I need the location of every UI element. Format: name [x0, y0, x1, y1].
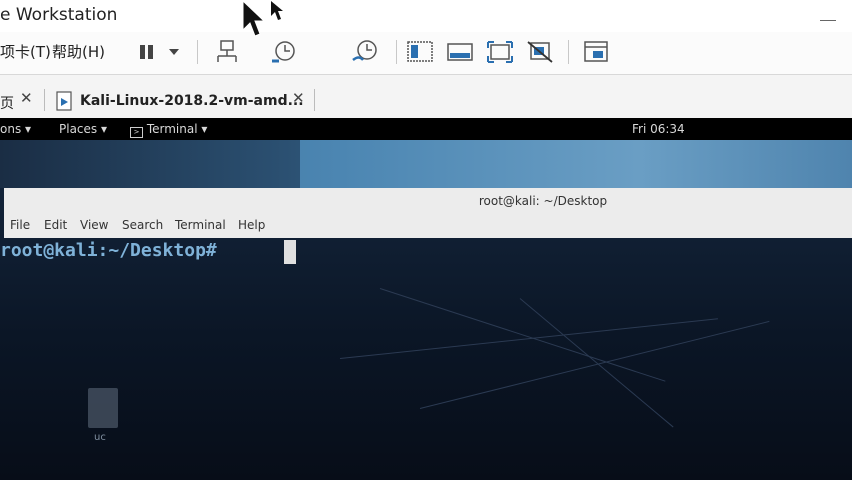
full-screen-button[interactable] — [484, 38, 516, 66]
terminal-title: root@kali: ~/Desktop — [478, 194, 608, 208]
terminal-body[interactable] — [0, 238, 852, 480]
shell-prompt: root@kali:~/Desktop# — [0, 240, 217, 261]
terminal-app-icon: > — [130, 127, 143, 138]
vm-tab-icon — [56, 91, 72, 111]
menu-tabs[interactable]: 项卡(T) — [0, 41, 51, 62]
terminal-menu-view[interactable]: View — [80, 218, 108, 232]
guest-screen[interactable]: ons ▾ Places ▾ > Terminal ▾ Fri 06:34 ro… — [0, 118, 852, 480]
console-view-button[interactable] — [444, 38, 476, 66]
terminal-menu-search[interactable]: Search — [122, 218, 163, 232]
minimize-button[interactable] — [820, 20, 836, 21]
sidebar-icon — [407, 41, 433, 62]
revert-snapshot-button[interactable] — [350, 38, 380, 66]
send-keys-button[interactable] — [212, 38, 242, 66]
snapshot-button[interactable] — [268, 38, 298, 66]
terminal-header: root@kali: ~/Desktop File Edit View Sear… — [4, 188, 852, 238]
vm-tab-bar: 页 ✕ Kali-Linux-2018.2-vm-amd... ✕ — [0, 74, 852, 119]
places-menu[interactable]: Places ▾ — [59, 122, 107, 136]
applications-label: ons — [0, 122, 22, 136]
tab-kali-close-icon[interactable]: ✕ — [292, 89, 305, 107]
fullscreen-icon — [487, 41, 513, 63]
mouse-pointer-shadow-icon — [271, 1, 283, 20]
terminal-app-menu[interactable]: > Terminal ▾ — [130, 122, 207, 138]
terminal-app-label: Terminal — [146, 122, 198, 136]
desktop-file-icon[interactable] — [88, 388, 118, 428]
pause-icon — [140, 45, 179, 59]
applications-menu[interactable]: ons ▾ — [0, 122, 31, 136]
tab-kali-label[interactable]: Kali-Linux-2018.2-vm-amd... — [80, 93, 304, 109]
places-label: Places — [59, 122, 98, 136]
thumbnail-icon — [584, 41, 608, 62]
console-view-icon — [447, 43, 473, 61]
thumbnail-view-button[interactable] — [580, 38, 612, 66]
terminal-menu-help[interactable]: Help — [238, 218, 265, 232]
library-button[interactable] — [404, 38, 436, 66]
window-title: e Workstation — [0, 5, 118, 25]
tab-home-label[interactable]: 页 — [0, 93, 14, 113]
terminal-cursor — [284, 240, 296, 264]
desktop-file-label[interactable]: uc — [94, 432, 106, 443]
terminal-menu-file[interactable]: File — [10, 218, 30, 232]
vmware-menu-toolbar: 项卡(T) 帮助(H) — [0, 32, 852, 74]
unity-button[interactable] — [524, 38, 556, 66]
network-icon — [217, 40, 237, 62]
unity-icon — [527, 41, 553, 63]
tab-home-close-icon[interactable]: ✕ — [20, 89, 33, 107]
snapshot-clock-icon — [272, 41, 295, 63]
terminal-menu-terminal[interactable]: Terminal — [175, 218, 226, 232]
vmware-title-bar: e Workstation — [0, 0, 852, 32]
terminal-menu-edit[interactable]: Edit — [44, 218, 67, 232]
menu-help[interactable]: 帮助(H) — [52, 41, 105, 62]
pause-button[interactable] — [136, 38, 182, 66]
revert-clock-icon — [352, 40, 377, 61]
wallpaper-dark-region — [0, 140, 300, 188]
mouse-pointer-icon — [242, 0, 266, 37]
gnome-top-bar: ons ▾ Places ▾ > Terminal ▾ Fri 06:34 — [0, 118, 852, 140]
clock[interactable]: Fri 06:34 — [632, 122, 685, 136]
